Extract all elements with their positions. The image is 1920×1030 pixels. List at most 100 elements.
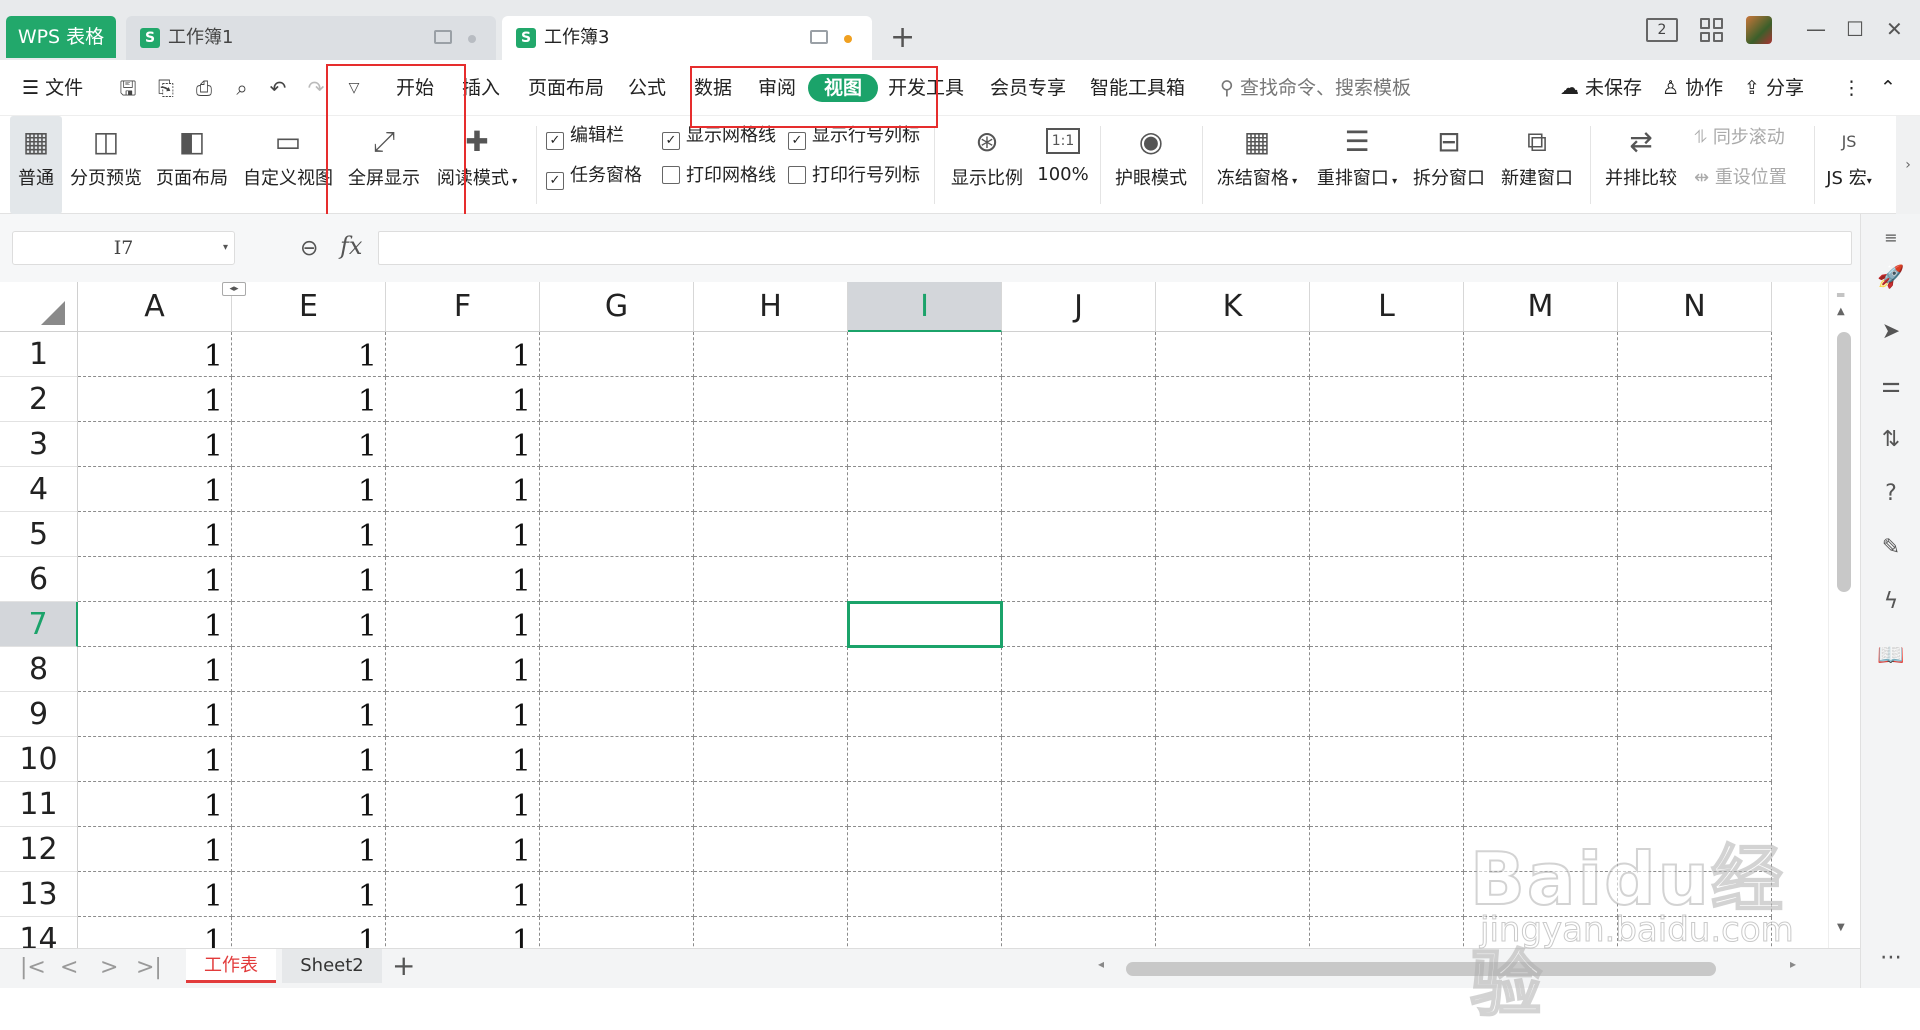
cell-h1[interactable] [694, 332, 848, 377]
cell-g8[interactable] [540, 647, 694, 692]
cell-k13[interactable] [1156, 872, 1310, 917]
column-header-e[interactable]: E [232, 282, 386, 332]
column-header-j[interactable]: J [1002, 282, 1156, 332]
customize-dropdown-icon[interactable]: ▽ [342, 76, 366, 100]
cell-h2[interactable] [694, 377, 848, 422]
cell-i14[interactable] [848, 917, 1002, 948]
cell-a7[interactable]: 1 [78, 602, 232, 647]
cell-l3[interactable] [1310, 422, 1464, 467]
cell-g2[interactable] [540, 377, 694, 422]
cell-j5[interactable] [1002, 512, 1156, 557]
pointer-icon[interactable]: ➤ [1877, 318, 1905, 346]
cell-f14[interactable]: 1 [386, 917, 540, 948]
cell-f9[interactable]: 1 [386, 692, 540, 737]
cell-n3[interactable] [1618, 422, 1772, 467]
cell-m12[interactable] [1464, 827, 1618, 872]
cell-j6[interactable] [1002, 557, 1156, 602]
sheet-tab-sheet2[interactable]: Sheet2 [282, 949, 382, 983]
cell-f7[interactable]: 1 [386, 602, 540, 647]
cell-n6[interactable] [1618, 557, 1772, 602]
cell-l11[interactable] [1310, 782, 1464, 827]
column-header-a[interactable]: A [78, 282, 232, 332]
command-search[interactable]: ⚲ 查找命令、搜索模板 [1220, 74, 1411, 102]
column-header-i[interactable]: I [848, 282, 1002, 332]
cell-h5[interactable] [694, 512, 848, 557]
freeze-panes-button[interactable]: ▦ 冻结窗格 ▾ [1214, 116, 1300, 214]
cell-i13[interactable] [848, 872, 1002, 917]
book-icon[interactable]: 📖 [1877, 642, 1905, 670]
new-window-button[interactable]: ⧉ 新建窗口 [1498, 116, 1576, 214]
cell-h4[interactable] [694, 467, 848, 512]
cell-i12[interactable] [848, 827, 1002, 872]
checkbox-show-headings[interactable]: ✓ 显示行号列标 [788, 124, 920, 150]
cell-j13[interactable] [1002, 872, 1156, 917]
cell-e14[interactable]: 1 [232, 917, 386, 948]
cell-e2[interactable]: 1 [232, 377, 386, 422]
cell-n1[interactable] [1618, 332, 1772, 377]
cell-h9[interactable] [694, 692, 848, 737]
cell-k14[interactable] [1156, 917, 1310, 948]
row-header-14[interactable]: 14 [0, 917, 78, 948]
cell-h3[interactable] [694, 422, 848, 467]
cell-j4[interactable] [1002, 467, 1156, 512]
cell-n8[interactable] [1618, 647, 1772, 692]
cell-f11[interactable]: 1 [386, 782, 540, 827]
column-header-k[interactable]: K [1156, 282, 1310, 332]
cell-k4[interactable] [1156, 467, 1310, 512]
cell-l9[interactable] [1310, 692, 1464, 737]
cell-m3[interactable] [1464, 422, 1618, 467]
tab-workbook3[interactable]: S 工作簿3 [502, 16, 872, 60]
cell-n10[interactable] [1618, 737, 1772, 782]
cell-n4[interactable] [1618, 467, 1772, 512]
column-header-l[interactable]: L [1310, 282, 1464, 332]
more-icon[interactable]: ⋯ [1877, 944, 1905, 972]
new-tab-button[interactable]: + [890, 20, 915, 56]
cell-j3[interactable] [1002, 422, 1156, 467]
cell-m10[interactable] [1464, 737, 1618, 782]
cell-k12[interactable] [1156, 827, 1310, 872]
redo-icon[interactable]: ↷ [304, 76, 328, 100]
cell-k3[interactable] [1156, 422, 1310, 467]
row-header-10[interactable]: 10 [0, 737, 78, 782]
next-sheet-icon[interactable]: > [100, 955, 118, 980]
cell-a6[interactable]: 1 [78, 557, 232, 602]
menu-page-layout[interactable]: 页面布局 [528, 74, 604, 102]
cell-n9[interactable] [1618, 692, 1772, 737]
cell-j10[interactable] [1002, 737, 1156, 782]
cell-i4[interactable] [848, 467, 1002, 512]
cell-k9[interactable] [1156, 692, 1310, 737]
more-options-icon[interactable]: ⋮ [1842, 74, 1861, 102]
lightning-icon[interactable]: ϟ [1877, 588, 1905, 616]
dropdown-arrow-icon[interactable]: ▾ [223, 232, 228, 264]
fullscreen-button[interactable]: ⤢ 全屏显示 [344, 116, 424, 214]
cell-f1[interactable]: 1 [386, 332, 540, 377]
cell-l13[interactable] [1310, 872, 1464, 917]
cell-e4[interactable]: 1 [232, 467, 386, 512]
cell-i3[interactable] [848, 422, 1002, 467]
cell-m9[interactable] [1464, 692, 1618, 737]
cell-e11[interactable]: 1 [232, 782, 386, 827]
cell-j7[interactable] [1002, 602, 1156, 647]
cell-h6[interactable] [694, 557, 848, 602]
cell-i5[interactable] [848, 512, 1002, 557]
cell-j2[interactable] [1002, 377, 1156, 422]
cell-g6[interactable] [540, 557, 694, 602]
cell-e9[interactable]: 1 [232, 692, 386, 737]
cell-l4[interactable] [1310, 467, 1464, 512]
cell-l8[interactable] [1310, 647, 1464, 692]
menu-smart-toolbox[interactable]: 智能工具箱 [1090, 74, 1185, 102]
cell-e13[interactable]: 1 [232, 872, 386, 917]
checkbox-show-gridlines[interactable]: ✓ 显示网格线 [662, 124, 776, 150]
checkbox-print-gridlines[interactable]: 打印网格线 [662, 164, 776, 188]
menu-review[interactable]: 审阅 [758, 74, 796, 102]
unsaved-status[interactable]: ☁ 未保存 [1560, 74, 1642, 102]
cell-m2[interactable] [1464, 377, 1618, 422]
cell-k1[interactable] [1156, 332, 1310, 377]
cell-m8[interactable] [1464, 647, 1618, 692]
file-menu[interactable]: ☰ 文件 [22, 74, 83, 102]
row-header-9[interactable]: 9 [0, 692, 78, 737]
side-by-side-button[interactable]: ⇄ 并排比较 [1602, 116, 1680, 214]
tab-workbook1[interactable]: S 工作簿1 [126, 16, 496, 60]
cell-g5[interactable] [540, 512, 694, 557]
cell-f4[interactable]: 1 [386, 467, 540, 512]
